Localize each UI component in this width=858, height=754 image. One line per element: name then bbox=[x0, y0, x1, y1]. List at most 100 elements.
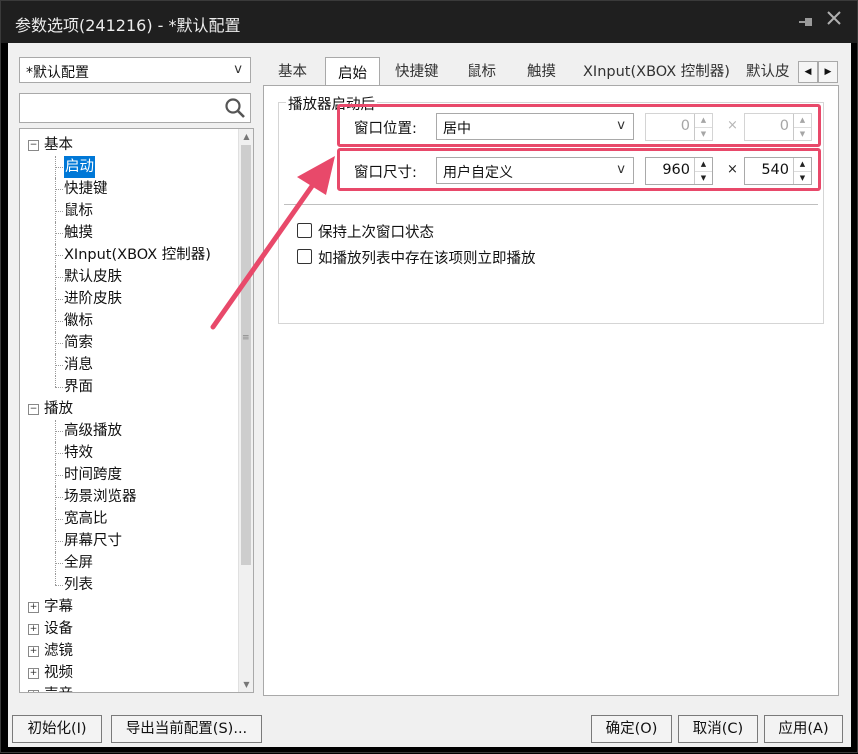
tree-item-label: 基本 bbox=[44, 137, 73, 153]
preferences-window: 参数选项(241216) - *默认配置 *默认配置 v − 基本 启动 快捷键 鼠标触… bbox=[0, 0, 858, 753]
tab-mouse[interactable]: 鼠标 bbox=[467, 60, 496, 84]
tree-line bbox=[55, 574, 56, 585]
dialog-body: *默认配置 v − 基本 启动 快捷键 鼠标 触摸 XInput(XBOX 控制器) 默认皮肤… bbox=[8, 43, 851, 747]
checkbox-label: 如播放列表中存在该项则立即播放 bbox=[318, 251, 536, 267]
tree-item-label: XInput(XBOX 控制器) bbox=[64, 247, 211, 263]
tree-line bbox=[55, 255, 63, 256]
tree-line bbox=[55, 497, 63, 498]
tree-item[interactable]: 鼠标 bbox=[20, 200, 238, 222]
tree-item[interactable]: 场景浏览器 bbox=[20, 486, 238, 508]
search-input[interactable] bbox=[19, 93, 251, 123]
collapse-icon[interactable]: − bbox=[28, 140, 39, 151]
divider bbox=[284, 204, 818, 205]
tab-basic[interactable]: 基本 bbox=[278, 60, 307, 84]
tree-item[interactable]: 简索 bbox=[20, 332, 238, 354]
tab-scroll-left-icon[interactable]: ◀ bbox=[798, 61, 818, 83]
tree-line bbox=[55, 541, 63, 542]
tree-line bbox=[55, 376, 56, 387]
tree-group-item[interactable]: + 视频 bbox=[20, 662, 238, 684]
window-title: 参数选项(241216) - *默认配置 bbox=[15, 16, 241, 35]
tree-item-label: 声音 bbox=[44, 684, 73, 692]
tree-line bbox=[55, 299, 63, 300]
title-bar[interactable]: 参数选项(241216) - *默认配置 bbox=[1, 1, 857, 43]
collapse-icon[interactable]: − bbox=[28, 404, 39, 415]
tree-group-item[interactable]: + 声音 bbox=[20, 684, 238, 692]
scroll-down-icon[interactable]: ▼ bbox=[239, 677, 253, 692]
tree-line bbox=[55, 519, 63, 520]
checkbox-box[interactable] bbox=[297, 223, 312, 238]
tree-line bbox=[55, 167, 63, 168]
ok-button[interactable]: 确定(O) bbox=[591, 715, 672, 743]
tree-item[interactable]: 快捷键 bbox=[20, 178, 238, 200]
profile-select[interactable]: *默认配置 v bbox=[19, 57, 251, 83]
tab-shortcuts[interactable]: 快捷键 bbox=[395, 60, 439, 84]
tree-item[interactable]: 消息 bbox=[20, 354, 238, 376]
tree-scrollbar[interactable]: ▲ ≡ ▼ bbox=[238, 129, 253, 692]
scroll-grip-icon: ≡ bbox=[242, 333, 250, 343]
tree-item-label: 鼠标 bbox=[64, 203, 93, 219]
tree-item-label: 界面 bbox=[64, 379, 93, 395]
pin-icon[interactable] bbox=[796, 13, 814, 31]
tree-item[interactable]: 列表 bbox=[20, 574, 238, 596]
tree-rows: − 基本 启动 快捷键 鼠标 触摸 XInput(XBOX 控制器) 默认皮肤 进阶皮肤 徽标 简索… bbox=[20, 134, 238, 692]
tree-item-label: 触摸 bbox=[64, 225, 93, 241]
tree-item[interactable]: 特效 bbox=[20, 442, 238, 464]
expand-icon[interactable]: + bbox=[28, 668, 39, 679]
scroll-up-icon[interactable]: ▲ bbox=[239, 129, 253, 144]
tree-line bbox=[55, 431, 63, 432]
expand-icon[interactable]: + bbox=[28, 624, 39, 635]
checkbox-box[interactable] bbox=[297, 249, 312, 264]
tree-item-label: 播放 bbox=[44, 401, 73, 417]
tree-item-label: 宽高比 bbox=[64, 511, 108, 527]
tree-line bbox=[55, 277, 63, 278]
tree-line bbox=[55, 453, 63, 454]
expand-icon[interactable]: + bbox=[28, 690, 39, 692]
settings-tree[interactable]: − 基本 启动 快捷键 鼠标 触摸 XInput(XBOX 控制器) 默认皮肤 进阶皮肤 徽标 简索… bbox=[19, 128, 254, 693]
expand-icon[interactable]: + bbox=[28, 602, 39, 613]
tree-item[interactable]: 宽高比 bbox=[20, 508, 238, 530]
cancel-button[interactable]: 取消(C) bbox=[678, 715, 758, 743]
tree-item-label: 字幕 bbox=[44, 599, 73, 615]
tab-default-skin[interactable]: 默认皮 bbox=[746, 60, 790, 84]
tree-item-label: 滤镜 bbox=[44, 643, 73, 659]
scroll-thumb[interactable] bbox=[241, 145, 251, 565]
tree-group-item[interactable]: + 滤镜 bbox=[20, 640, 238, 662]
tab-startup[interactable]: 启始 bbox=[325, 57, 380, 86]
tree-item-label: 简索 bbox=[64, 335, 93, 351]
profile-select-value: *默认配置 bbox=[26, 65, 89, 81]
tree-item[interactable]: 进阶皮肤 bbox=[20, 288, 238, 310]
tree-item-label: 设备 bbox=[44, 621, 73, 637]
tree-item[interactable]: 启动 bbox=[20, 156, 238, 178]
tree-item[interactable]: 触摸 bbox=[20, 222, 238, 244]
tree-item-label: 特效 bbox=[64, 445, 93, 461]
tree-item-label: 进阶皮肤 bbox=[64, 291, 122, 307]
apply-button[interactable]: 应用(A) bbox=[764, 715, 843, 743]
close-icon[interactable] bbox=[825, 9, 845, 33]
tree-line bbox=[55, 475, 63, 476]
search-icon[interactable] bbox=[224, 97, 246, 119]
tree-item[interactable]: 全屏 bbox=[20, 552, 238, 574]
tree-item[interactable]: 时间跨度 bbox=[20, 464, 238, 486]
tree-group-item[interactable]: − 播放 bbox=[20, 398, 238, 420]
tree-item-label: 全屏 bbox=[64, 555, 93, 571]
tab-xinput[interactable]: XInput(XBOX 控制器) bbox=[583, 60, 730, 84]
export-config-button[interactable]: 导出当前配置(S)... bbox=[111, 715, 262, 743]
tree-item[interactable]: 界面 bbox=[20, 376, 238, 398]
tree-group-item[interactable]: − 基本 bbox=[20, 134, 238, 156]
reset-button[interactable]: 初始化(I) bbox=[12, 715, 102, 743]
tree-group-item[interactable]: + 设备 bbox=[20, 618, 238, 640]
tab-touch[interactable]: 触摸 bbox=[527, 60, 556, 84]
tree-item[interactable]: 徽标 bbox=[20, 310, 238, 332]
tree-group-item[interactable]: + 字幕 bbox=[20, 596, 238, 618]
expand-icon[interactable]: + bbox=[28, 646, 39, 657]
highlight-size-row bbox=[337, 148, 821, 191]
tree-item[interactable]: 高级播放 bbox=[20, 420, 238, 442]
tree-item[interactable]: XInput(XBOX 控制器) bbox=[20, 244, 238, 266]
tree-line bbox=[55, 563, 63, 564]
tree-line bbox=[55, 233, 63, 234]
tab-strip: 基本 启始 快捷键 鼠标 触摸 XInput(XBOX 控制器) 默认皮 ◀ ▶ bbox=[270, 57, 844, 86]
tab-scroll-right-icon[interactable]: ▶ bbox=[818, 61, 838, 83]
tree-item-label: 场景浏览器 bbox=[64, 489, 137, 505]
tree-item[interactable]: 屏幕尺寸 bbox=[20, 530, 238, 552]
tree-item[interactable]: 默认皮肤 bbox=[20, 266, 238, 288]
